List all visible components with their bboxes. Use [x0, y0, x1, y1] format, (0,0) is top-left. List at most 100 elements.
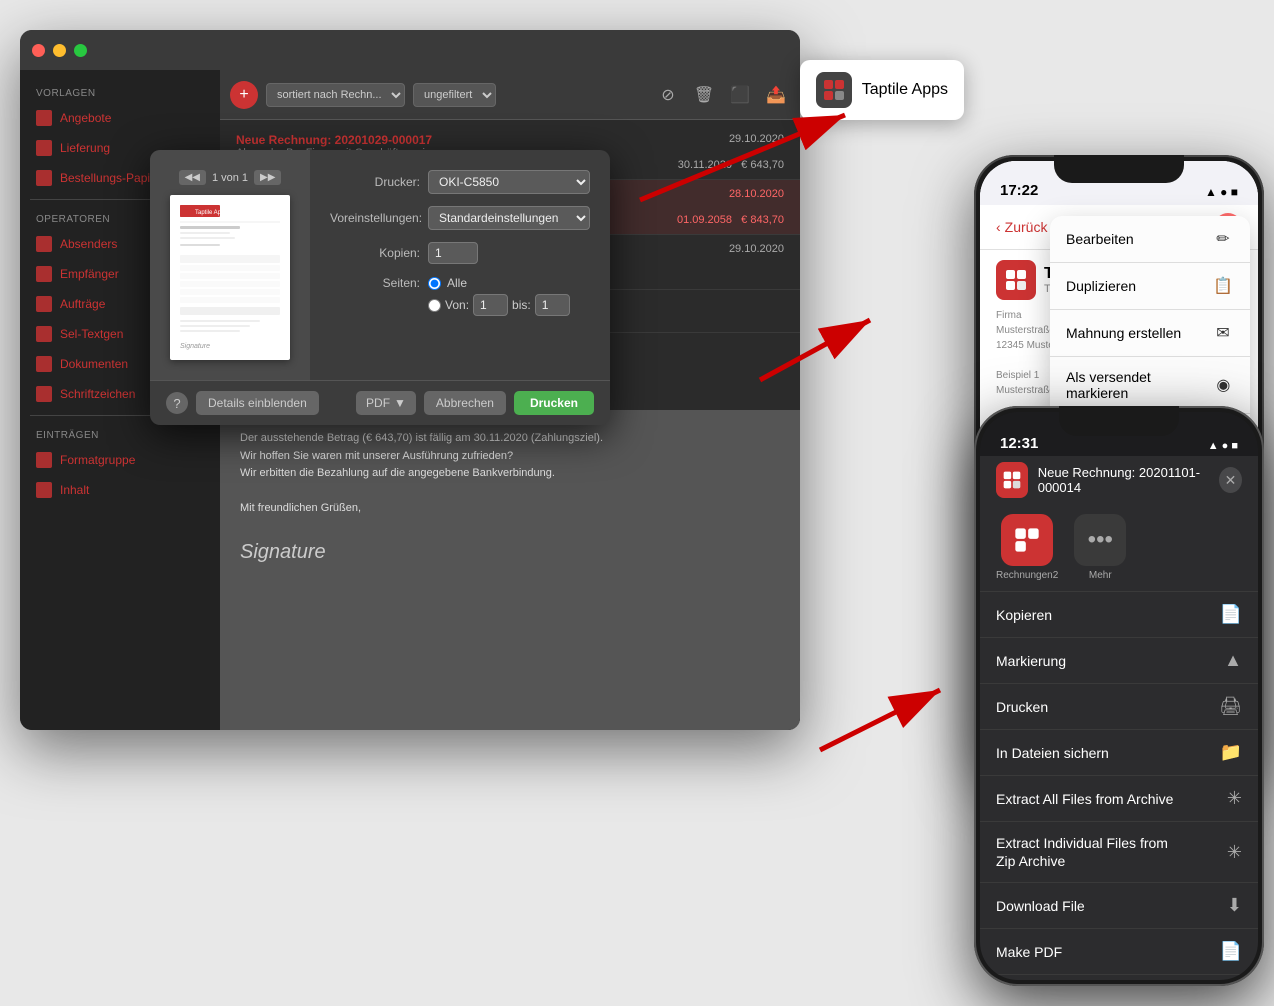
sidebar-icon [36, 452, 52, 468]
print-icon: 🖨 [1219, 696, 1242, 717]
sidebar-item-angebote[interactable]: Angebote [20, 103, 220, 133]
svg-text:Signature: Signature [180, 343, 210, 350]
edit-actions-link[interactable]: Aktionen bearbeiten ... [980, 975, 1258, 980]
alle-radio[interactable] [428, 277, 441, 290]
kopien-label: Kopien: [330, 246, 420, 260]
sidebar-icon [36, 110, 52, 126]
drucker-select[interactable]: OKI-C5850 [428, 170, 590, 194]
sidebar-label-bestellung: Bestellungs-Papier [60, 171, 161, 185]
make-pdf-label: Make PDF [996, 944, 1062, 960]
details-button[interactable]: Details einblenden [196, 391, 319, 415]
action-drucken[interactable]: Drucken 🖨 [980, 684, 1258, 730]
alle-label: Alle [447, 276, 467, 290]
voreinstellungen-select[interactable]: Standardeinstellungen [428, 206, 590, 230]
taptile-icon [816, 72, 852, 108]
action-dateien-sichern[interactable]: In Dateien sichern 📁 [980, 730, 1258, 776]
ios-back-button[interactable]: ‹ Zurück [996, 219, 1047, 235]
action-download-file[interactable]: Download File ⬇ [980, 883, 1258, 929]
action-make-pdf[interactable]: Make PDF 📄 [980, 929, 1258, 975]
sidebar-item-formatgruppe[interactable]: Formatgruppe [20, 445, 220, 475]
app-rechnungen2[interactable]: Rechnungen2 [996, 514, 1058, 581]
help-button[interactable]: ? [166, 392, 188, 414]
print-next-btn[interactable]: ▶▶ [254, 170, 281, 185]
cancel-button[interactable]: Abbrechen [424, 391, 506, 415]
print-prev-btn[interactable]: ◀◀ [179, 170, 206, 185]
share-invoice-title: Neue Rechnung: 20201101-000014 [1038, 465, 1219, 495]
bearbeiten-label: Bearbeiten [1066, 231, 1134, 247]
iphone-device: 12:31 ▲ ● ■ Neue Rechnung: 20201101-0000… [974, 406, 1264, 986]
mac-window: Vorlagen Angebote Lieferung Bestellungs-… [20, 30, 800, 730]
sort-select[interactable]: sortiert nach Rechn... [266, 83, 405, 107]
mahnung-label: Mahnung erstellen [1066, 325, 1181, 341]
mac-titlebar [20, 30, 800, 70]
action-list: Kopieren 📄 Markierung ▲ Drucken 🖨 In Dat… [980, 592, 1258, 980]
filter-select[interactable]: ungefiltert [413, 83, 496, 107]
ios-menu-duplizieren[interactable]: Duplizieren 📋 [1050, 263, 1250, 310]
ios-menu-bearbeiten[interactable]: Bearbeiten ✏ [1050, 216, 1250, 263]
kopien-input[interactable] [428, 242, 478, 264]
app-more[interactable]: ••• Mehr [1074, 514, 1126, 581]
print-dialog-footer: ? Details einblenden PDF ▼ Abbrechen Dru… [150, 380, 610, 425]
maximize-button[interactable] [74, 44, 87, 57]
pdf-button[interactable]: PDF ▼ [356, 391, 416, 415]
action-markierung[interactable]: Markierung ▲ [980, 638, 1258, 684]
ios-menu-mahnung[interactable]: Mahnung erstellen ✉ [1050, 310, 1250, 357]
action-extract-all[interactable]: Extract All Files from Archive ✳ [980, 776, 1258, 822]
add-button[interactable]: + [230, 81, 258, 109]
bis-label: bis: [512, 298, 531, 312]
ios-time: 17:22 [1000, 182, 1038, 199]
invoice-amount-1: 30.11.2020 € 643,70 [678, 159, 784, 171]
files-icon: 📁 [1220, 742, 1242, 763]
print-page-nav: ◀◀ 1 von 1 ▶▶ [179, 170, 282, 185]
sidebar-icon [36, 386, 52, 402]
toolbar-icon-share1[interactable]: ⬛ [726, 81, 754, 109]
print-preview-panel: ◀◀ 1 von 1 ▶▶ Taptile Apps [150, 150, 310, 380]
sidebar-icon [36, 326, 52, 342]
minimize-button[interactable] [53, 44, 66, 57]
bis-input[interactable] [535, 294, 570, 316]
duplizieren-label: Duplizieren [1066, 278, 1136, 294]
pdf-label: PDF [366, 396, 390, 410]
doc-signature: Signature [240, 536, 780, 568]
drucken-label: Drucken [996, 699, 1048, 715]
extract-individual-label: Extract Individual Files fromZip Archive [996, 834, 1168, 870]
von-input[interactable] [473, 294, 508, 316]
more-label: Mehr [1089, 570, 1112, 581]
print-button[interactable]: Drucken [514, 391, 594, 415]
invoice-date-1: 29.10.2020 [729, 133, 784, 147]
share-close-button[interactable]: ✕ [1219, 467, 1242, 493]
doc-text-1: Der ausstehende Betrag (€ 643,70) ist fä… [240, 430, 780, 448]
print-settings-panel: Drucker: OKI-C5850 Voreinstellungen: Sta… [310, 150, 610, 380]
close-button[interactable] [32, 44, 45, 57]
sidebar-label-sel-textgen: Sel-Textgen [60, 327, 123, 341]
download-icon: ⬇ [1227, 895, 1242, 916]
sidebar-item-inhalt[interactable]: Inhalt [20, 475, 220, 505]
toolbar-icon-trash[interactable]: 🗑 [690, 81, 718, 109]
ios-app-icon [996, 260, 1036, 300]
duplicate-icon: 📋 [1212, 275, 1234, 297]
sidebar-icon [36, 482, 52, 498]
kopieren-label: Kopieren [996, 607, 1052, 623]
seiten-options: Alle Von: bis: [428, 276, 570, 316]
edit-icon: ✏ [1212, 228, 1234, 250]
action-extract-individual[interactable]: Extract Individual Files fromZip Archive… [980, 822, 1258, 883]
print-page-info: 1 von 1 [212, 172, 248, 184]
back-chevron-icon: ‹ [996, 219, 1001, 235]
dateien-label: In Dateien sichern [996, 745, 1109, 761]
share-app-icon [996, 462, 1028, 498]
sidebar-icon [36, 170, 52, 186]
sidebar-section-eintragen: Einträgen [20, 422, 220, 445]
sidebar-label-auftrage: Aufträge [60, 297, 105, 311]
sidebar-label-formatgruppe: Formatgruppe [60, 453, 135, 467]
toolbar-icon-check[interactable]: ⊘ [654, 81, 682, 109]
sidebar-label-empfanger: Empfänger [60, 267, 119, 281]
sidebar-label-inhalt: Inhalt [60, 483, 89, 497]
rechnungen2-label: Rechnungen2 [996, 570, 1058, 581]
action-kopieren[interactable]: Kopieren 📄 [980, 592, 1258, 638]
sidebar-icon [36, 140, 52, 156]
toolbar-icon-share2[interactable]: 📤 [762, 81, 790, 109]
sidebar-section-vorlagen: Vorlagen [20, 80, 220, 103]
sidebar-label-dokumenten: Dokumenten [60, 357, 128, 371]
von-radio[interactable] [428, 299, 441, 312]
extract-all-icon: ✳ [1227, 788, 1242, 809]
